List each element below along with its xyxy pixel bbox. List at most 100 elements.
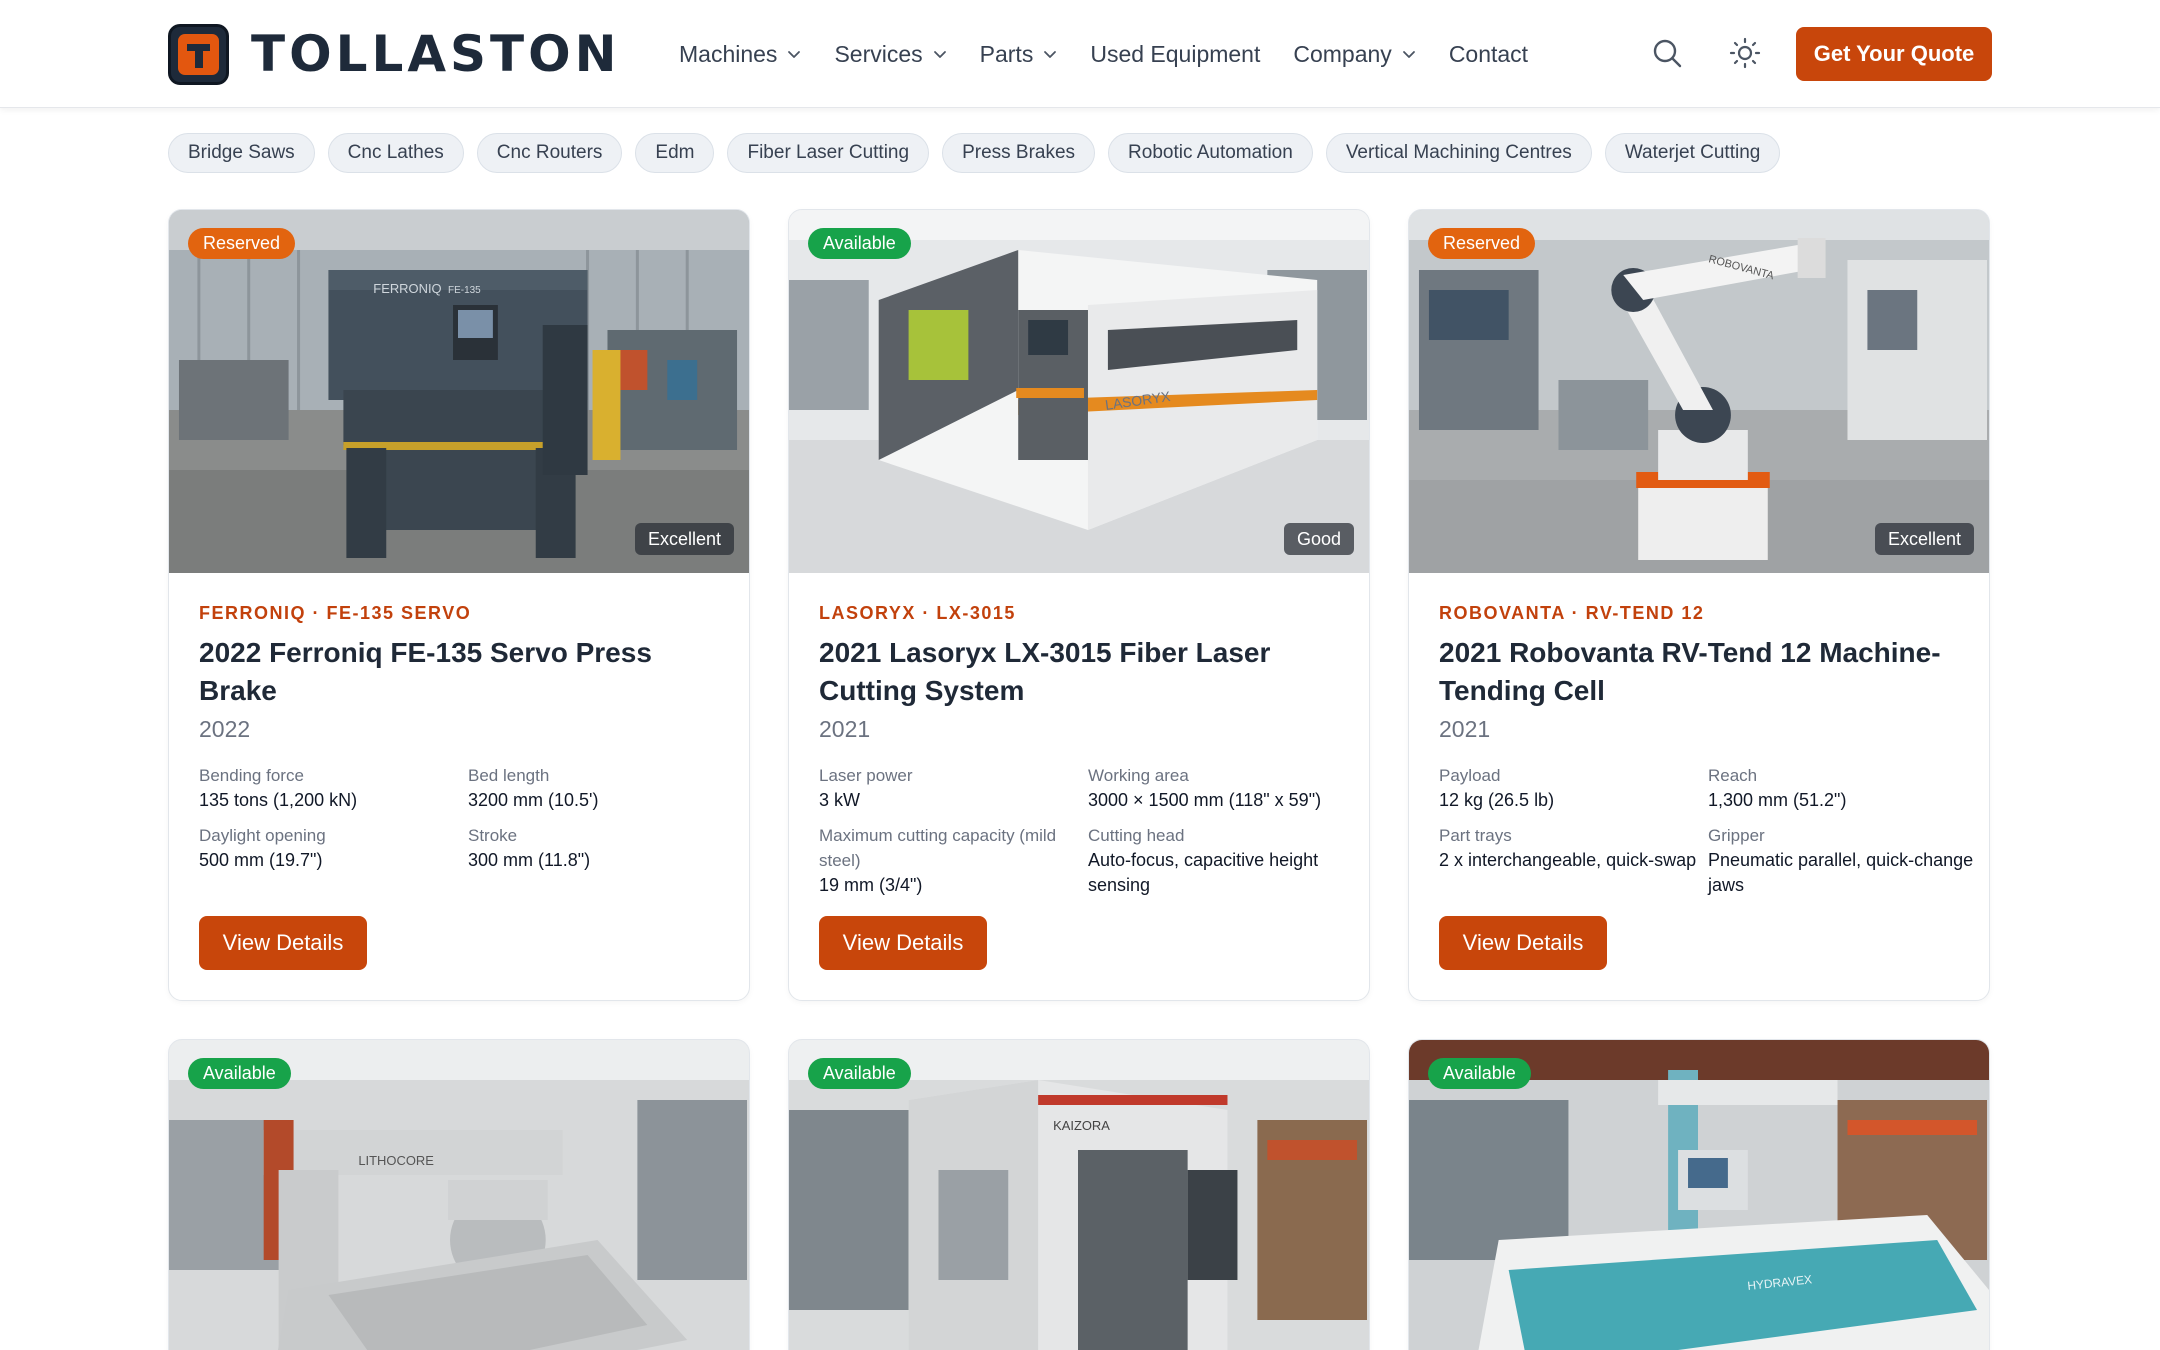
spec-label: Daylight opening (199, 826, 326, 845)
nav-services[interactable]: Services (834, 41, 946, 68)
spec-label: Reach (1708, 766, 1758, 785)
spec-label: Gripper (1708, 826, 1765, 845)
spec-value: 19 mm (3/4") (819, 875, 923, 895)
status-badge: Reserved (1428, 228, 1536, 259)
search-icon[interactable] (1650, 36, 1684, 70)
nav-contact[interactable]: Contact (1449, 41, 1528, 68)
spec-value: 3000 × 1500 mm (118" x 59") (1088, 790, 1322, 810)
spec-value: 3 kW (819, 790, 861, 810)
spec-item: Reach 1,300 mm (51.2") (1708, 763, 1977, 813)
nav-label: Services (834, 40, 923, 67)
machine-photo[interactable]: LASORYX Available Good (789, 210, 1369, 573)
chip-edm[interactable]: Edm (635, 133, 715, 173)
machine-photo[interactable]: KAIZORA Available (789, 1040, 1369, 1350)
logo-mark-icon (168, 23, 229, 85)
chip-bridge-saws[interactable]: Bridge Saws (168, 133, 315, 173)
chevron-down-icon (1402, 47, 1416, 61)
spec-label: Laser power (819, 766, 913, 785)
spec-label: Maximum cutting capacity (mild steel) (819, 826, 1057, 870)
brand-name: TOLLASTON (251, 25, 621, 83)
listing-card[interactable]: FERRONIQ FE-135 Reserved Excellent FERRO… (168, 209, 750, 1001)
spec-value: 3200 mm (10.5') (468, 790, 599, 810)
condition-badge: Good (1283, 523, 1354, 555)
brand-model-line: LASORYX · LX-3015 (819, 603, 1016, 623)
spec-item: Daylight opening 500 mm (19.7") (199, 823, 468, 873)
listing-card[interactable]: KAIZORA Available (788, 1039, 1370, 1350)
spec-item: Part trays 2 x interchangeable, quick-sw… (1439, 823, 1708, 898)
nav-used-equipment[interactable]: Used Equipment (1090, 41, 1260, 68)
machine-photo[interactable]: FERRONIQ FE-135 Reserved Excellent (169, 210, 749, 573)
listing-card[interactable]: LASORYX Available Good LASORYX · LX-3015… (788, 209, 1370, 1001)
listing-card[interactable]: LITHOCORE Available (168, 1039, 750, 1350)
get-quote-button[interactable]: Get Your Quote (1796, 27, 1992, 81)
listing-title[interactable]: 2021 Lasoryx LX-3015 Fiber Laser Cutting… (819, 634, 1339, 710)
spec-value: Pneumatic parallel, quick-change jaws (1708, 850, 1974, 895)
listing-card[interactable]: ROBOVANTA Reserved Excellent ROBOVANTA ·… (1408, 209, 1990, 1001)
photo-model-text: FE-135 (448, 285, 481, 296)
nav-label: Machines (679, 40, 778, 67)
spec-value: 1,300 mm (51.2") (1708, 790, 1847, 810)
machine-photo[interactable]: ROBOVANTA Reserved Excellent (1409, 210, 1989, 573)
spec-item: Payload 12 kg (26.5 lb) (1439, 763, 1708, 813)
spec-grid: Bending force 135 tons (1,200 kN) Bed le… (199, 763, 719, 873)
main-nav: Machines Services Parts Used Equipment C… (679, 30, 1561, 78)
spec-item: Gripper Pneumatic parallel, quick-change… (1708, 823, 1977, 898)
spec-item: Laser power 3 kW (819, 763, 1088, 813)
category-filter-chips: Bridge Saws Cnc Lathes Cnc Routers Edm F… (168, 133, 1793, 173)
listing-title[interactable]: 2022 Ferroniq FE-135 Servo Press Brake (199, 634, 719, 710)
spec-label: Stroke (468, 826, 518, 845)
nav-parts[interactable]: Parts (980, 41, 1058, 68)
listing-title[interactable]: 2021 Robovanta RV-Tend 12 Machine-Tendin… (1439, 634, 1959, 710)
status-badge: Available (808, 1058, 911, 1089)
spec-grid: Laser power 3 kW Working area 3000 × 150… (819, 763, 1339, 898)
chip-vertical-machining-centres[interactable]: Vertical Machining Centres (1325, 133, 1592, 173)
view-details-button[interactable]: View Details (199, 916, 367, 970)
chevron-down-icon (1043, 47, 1057, 61)
chip-press-brakes[interactable]: Press Brakes (942, 133, 1096, 173)
listing-card[interactable]: HYDRAVEX Available (1408, 1039, 1990, 1350)
view-details-button[interactable]: View Details (819, 916, 987, 970)
spec-label: Working area (1088, 766, 1189, 785)
spec-value: 300 mm (11.8") (468, 850, 591, 870)
photo-brand-text: LITHOCORE (358, 1153, 434, 1168)
spec-value: 2 x interchangeable, quick-swap (1439, 850, 1697, 870)
chip-cnc-lathes[interactable]: Cnc Lathes (327, 133, 464, 173)
nav-label: Used Equipment (1090, 40, 1261, 67)
chip-waterjet-cutting[interactable]: Waterjet Cutting (1604, 133, 1781, 173)
spec-label: Payload (1439, 766, 1501, 785)
nav-machines[interactable]: Machines (679, 41, 801, 68)
view-details-button[interactable]: View Details (1439, 916, 1607, 970)
nav-label: Contact (1448, 40, 1529, 67)
spec-item: Bed length 3200 mm (10.5') (468, 763, 737, 813)
spec-item: Working area 3000 × 1500 mm (118" x 59") (1088, 763, 1357, 813)
condition-badge: Excellent (1874, 523, 1974, 555)
status-badge: Available (1428, 1058, 1531, 1089)
spec-label: Cutting head (1088, 826, 1185, 845)
press-brake-image: FERRONIQ FE-135 (169, 210, 749, 573)
machine-photo[interactable]: HYDRAVEX Available (1409, 1040, 1989, 1350)
status-badge: Available (808, 228, 911, 259)
sun-icon[interactable] (1728, 36, 1762, 70)
machine-photo[interactable]: LITHOCORE Available (169, 1040, 749, 1350)
spec-value: 12 kg (26.5 lb) (1439, 790, 1555, 810)
nav-label: Parts (979, 40, 1034, 67)
listing-year: 2021 (819, 716, 871, 742)
brand-logo[interactable]: TOLLASTON (168, 23, 621, 85)
chevron-down-icon (933, 47, 947, 61)
spec-item: Stroke 300 mm (11.8") (468, 823, 737, 873)
chip-cnc-routers[interactable]: Cnc Routers (476, 133, 623, 173)
chip-robotic-automation[interactable]: Robotic Automation (1108, 133, 1313, 173)
nav-company[interactable]: Company (1293, 41, 1415, 68)
brand-model-line: FERRONIQ · FE-135 SERVO (199, 603, 472, 623)
spec-item: Cutting head Auto-focus, capacitive heig… (1088, 823, 1357, 898)
fiber-laser-image: LASORYX (789, 210, 1369, 573)
listing-year: 2021 (1439, 716, 1491, 742)
spec-item: Bending force 135 tons (1,200 kN) (199, 763, 468, 813)
site-header: TOLLASTON Machines Services Parts Used E… (0, 0, 2160, 108)
listing-year: 2022 (199, 716, 251, 742)
chevron-down-icon (787, 47, 801, 61)
photo-brand-text: KAIZORA (1053, 1118, 1110, 1133)
spec-value: Auto-focus, capacitive height sensing (1088, 850, 1319, 895)
chip-fiber-laser-cutting[interactable]: Fiber Laser Cutting (727, 133, 930, 173)
spec-label: Part trays (1439, 826, 1512, 845)
